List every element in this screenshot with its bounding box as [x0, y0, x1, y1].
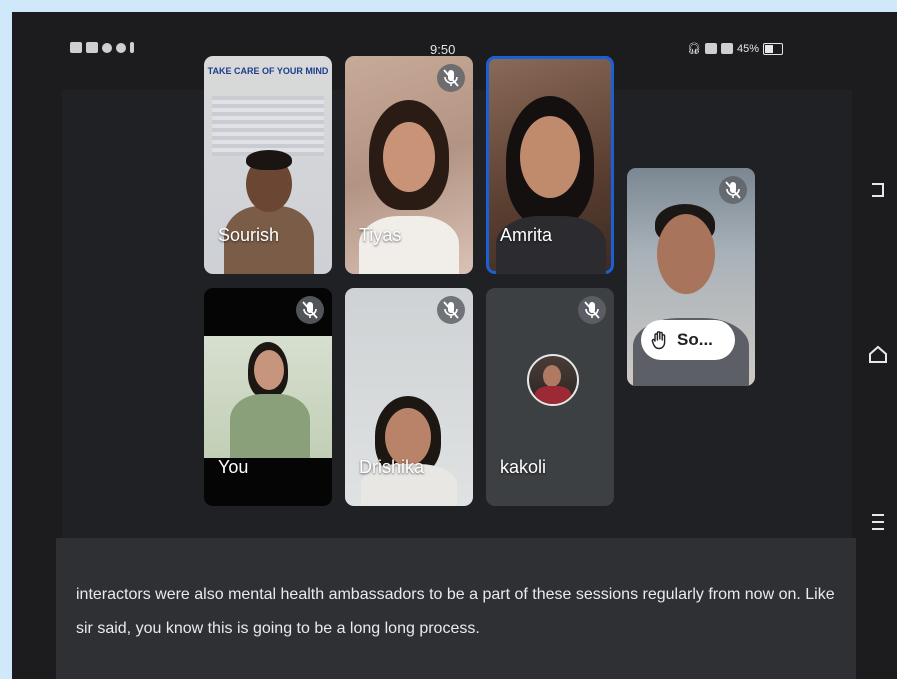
battery-icon [763, 42, 783, 55]
participant-tile-kakoli[interactable]: kakoli [486, 288, 614, 506]
raised-hand-badge: So... [641, 320, 735, 360]
participant-name: Drishika [359, 457, 425, 477]
participant-face [543, 365, 561, 387]
poster-title: TAKE CARE OF YOUR MIND [207, 66, 329, 76]
signal-icon [720, 43, 733, 54]
participant-tile-drishika[interactable]: Drishika [345, 288, 473, 506]
participant-name: You [218, 457, 249, 477]
participant-name: kakoli [500, 457, 547, 477]
participant-tile-amrita[interactable]: Amrita [486, 56, 614, 274]
menu-icon[interactable] [866, 510, 890, 534]
status-icons-left [70, 42, 134, 53]
mic-off-icon [437, 64, 465, 92]
raised-hand-icon [651, 331, 666, 350]
participant-face [254, 350, 284, 390]
raised-hand-name: So... [677, 330, 713, 349]
battery-percent: 45% [736, 42, 759, 55]
participant-name: Sourish [218, 225, 280, 245]
caption-text: interactors were also mental health amba… [76, 586, 835, 637]
participant-body [230, 394, 310, 458]
participant-tile-tiyas[interactable]: Tiyas [345, 56, 473, 274]
participant-face [520, 116, 580, 198]
poster-body [212, 96, 324, 156]
home-icon[interactable] [866, 342, 890, 366]
participant-face [657, 214, 715, 294]
participant-tile-raised-hand[interactable]: So... [627, 168, 755, 386]
back-icon[interactable] [866, 178, 890, 202]
participant-tile-you[interactable]: You [204, 288, 332, 506]
mic-off-icon [296, 296, 324, 324]
phone-screen: 9:50 🎧︎ 45% TAKE CARE OF YOUR MIND Souri… [12, 12, 897, 679]
notification-icon [70, 42, 82, 53]
status-icons-right: 🎧︎ 45% [687, 42, 783, 55]
meeting-stage: TAKE CARE OF YOUR MIND Sourish Tiyas Amr… [62, 56, 852, 542]
live-caption-panel: interactors were also mental health amba… [56, 538, 856, 679]
participant-name: Tiyas [359, 225, 402, 245]
status-time: 9:50 [430, 42, 456, 57]
mic-off-icon [578, 296, 606, 324]
participant-name: Amrita [500, 225, 553, 245]
participant-hair [246, 150, 292, 170]
notification-icon [86, 42, 98, 53]
notification-icon [116, 42, 126, 53]
participant-tile-sourish[interactable]: TAKE CARE OF YOUR MIND Sourish [204, 56, 332, 274]
participant-face [383, 122, 435, 192]
avatar [527, 354, 579, 406]
mic-off-icon [437, 296, 465, 324]
self-video [204, 336, 332, 458]
headphones-icon: 🎧︎ [687, 43, 701, 55]
mic-off-icon [719, 176, 747, 204]
signal-icon [704, 43, 717, 54]
notification-icon [130, 42, 134, 53]
participant-body [535, 386, 571, 404]
notification-icon [102, 42, 112, 53]
